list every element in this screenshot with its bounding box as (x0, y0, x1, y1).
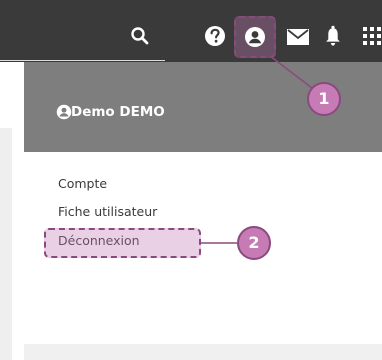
callout-badge-1: 1 (307, 82, 341, 116)
callout-connector-lines (201, 55, 313, 244)
callout-badge-2: 2 (237, 226, 271, 260)
